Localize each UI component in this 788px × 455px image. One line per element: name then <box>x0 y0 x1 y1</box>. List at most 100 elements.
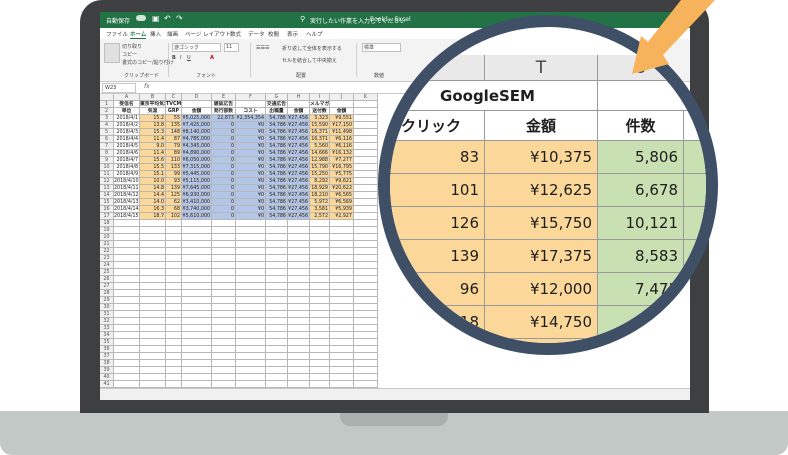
table-cell[interactable] <box>114 290 140 297</box>
table-cell[interactable] <box>330 276 354 283</box>
table-cell[interactable] <box>310 262 330 269</box>
table-cell[interactable]: 5,972 <box>310 199 330 206</box>
table-cell[interactable]: ¥16,132 <box>330 150 354 157</box>
table-cell[interactable] <box>182 248 212 255</box>
table-cell[interactable]: ¥27,456 <box>288 143 310 150</box>
column-header[interactable]: G <box>266 94 288 101</box>
table-cell[interactable]: 0 <box>212 129 236 136</box>
table-cell[interactable] <box>140 248 166 255</box>
table-cell[interactable]: 54,786 <box>266 164 288 171</box>
table-cell[interactable]: ¥5,775 <box>330 171 354 178</box>
table-cell[interactable] <box>288 304 310 311</box>
table-cell[interactable] <box>354 108 378 115</box>
table-cell[interactable] <box>140 227 166 234</box>
table-cell[interactable] <box>354 283 378 290</box>
table-cell[interactable] <box>310 234 330 241</box>
paste-icon[interactable] <box>104 43 120 63</box>
cut-button[interactable]: 切り取り <box>122 43 142 50</box>
table-cell[interactable]: ¥2,927 <box>330 213 354 220</box>
table-cell[interactable] <box>166 332 182 339</box>
table-cell[interactable]: ¥0 <box>236 206 266 213</box>
table-cell[interactable]: 54,786 <box>266 136 288 143</box>
table-cell[interactable] <box>166 248 182 255</box>
table-cell[interactable] <box>166 241 182 248</box>
table-cell[interactable] <box>354 381 378 388</box>
table-cell[interactable] <box>310 255 330 262</box>
table-cell[interactable] <box>114 374 140 381</box>
table-cell[interactable] <box>288 353 310 360</box>
table-cell[interactable]: 2018/4/2 <box>114 122 140 129</box>
font-color-icon[interactable]: A <box>210 55 214 61</box>
table-cell[interactable] <box>310 304 330 311</box>
autosave-toggle[interactable] <box>136 15 146 21</box>
tab-home[interactable]: ホーム <box>130 30 147 39</box>
table-cell[interactable] <box>330 262 354 269</box>
table-cell[interactable] <box>114 269 140 276</box>
table-cell[interactable]: ¥27,456 <box>288 178 310 185</box>
table-cell[interactable] <box>114 283 140 290</box>
underline-icon[interactable]: U <box>187 55 191 61</box>
table-cell[interactable] <box>310 318 330 325</box>
table-cell[interactable] <box>266 297 288 304</box>
table-cell[interactable]: ¥27,456 <box>288 185 310 192</box>
table-cell[interactable] <box>236 283 266 290</box>
table-cell[interactable] <box>354 157 378 164</box>
table-cell[interactable] <box>354 213 378 220</box>
table-cell[interactable] <box>182 227 212 234</box>
table-cell[interactable]: ¥9,621 <box>330 178 354 185</box>
table-cell[interactable] <box>212 290 236 297</box>
table-cell[interactable]: 出稿量 <box>266 108 288 115</box>
table-cell[interactable] <box>212 367 236 374</box>
table-cell[interactable] <box>266 339 288 346</box>
table-cell[interactable] <box>330 241 354 248</box>
table-cell[interactable]: 0 <box>212 164 236 171</box>
table-cell[interactable]: ¥20,622 <box>330 185 354 192</box>
table-cell[interactable]: ¥27,456 <box>288 192 310 199</box>
table-cell[interactable] <box>166 374 182 381</box>
table-cell[interactable]: ¥27,456 <box>288 115 310 122</box>
table-cell[interactable] <box>166 381 182 388</box>
table-cell[interactable] <box>266 381 288 388</box>
table-cell[interactable]: 2018/4/11 <box>114 185 140 192</box>
table-cell[interactable] <box>288 241 310 248</box>
table-cell[interactable] <box>114 311 140 318</box>
table-cell[interactable] <box>236 304 266 311</box>
table-cell[interactable] <box>114 346 140 353</box>
redo-icon[interactable]: ↷ <box>176 14 183 23</box>
table-cell[interactable]: ¥27,456 <box>288 199 310 206</box>
table-cell[interactable] <box>236 297 266 304</box>
table-cell[interactable] <box>266 283 288 290</box>
table-cell[interactable] <box>212 248 236 255</box>
table-cell[interactable]: 15.3 <box>140 129 166 136</box>
table-cell[interactable]: ¥5,610,000 <box>182 213 212 220</box>
table-cell[interactable] <box>182 332 212 339</box>
table-cell[interactable] <box>354 346 378 353</box>
table-cell[interactable] <box>166 276 182 283</box>
table-cell[interactable] <box>212 339 236 346</box>
table-cell[interactable] <box>114 325 140 332</box>
column-header[interactable]: C <box>166 94 182 101</box>
table-cell[interactable] <box>266 262 288 269</box>
table-cell[interactable] <box>310 360 330 367</box>
table-cell[interactable] <box>288 248 310 255</box>
table-cell[interactable] <box>182 290 212 297</box>
table-cell[interactable]: 交通広告 <box>266 101 288 108</box>
table-cell[interactable] <box>266 255 288 262</box>
table-cell[interactable] <box>114 332 140 339</box>
table-cell[interactable] <box>236 227 266 234</box>
table-cell[interactable]: ¥0 <box>236 199 266 206</box>
row-header[interactable]: 7 <box>100 143 114 150</box>
table-cell[interactable]: ¥4,785,000 <box>182 136 212 143</box>
table-cell[interactable] <box>354 276 378 283</box>
row-header[interactable]: 41 <box>100 381 114 388</box>
row-header[interactable]: 13 <box>100 185 114 192</box>
table-cell[interactable]: ¥6,116 <box>330 143 354 150</box>
table-cell[interactable] <box>288 234 310 241</box>
table-cell[interactable]: ¥27,456 <box>288 206 310 213</box>
table-cell[interactable] <box>114 234 140 241</box>
table-cell[interactable]: ¥7,645,000 <box>182 185 212 192</box>
table-cell[interactable] <box>330 227 354 234</box>
table-cell[interactable] <box>236 325 266 332</box>
table-cell[interactable] <box>114 248 140 255</box>
row-header[interactable]: 28 <box>100 290 114 297</box>
